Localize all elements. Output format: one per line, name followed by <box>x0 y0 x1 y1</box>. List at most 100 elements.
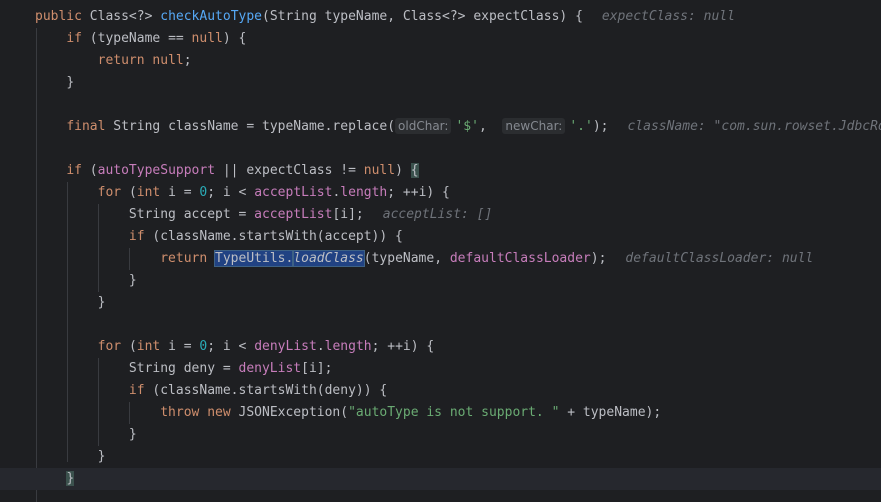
code-token: [i]; <box>301 361 333 376</box>
code-token: final <box>66 119 114 134</box>
code-line[interactable]: for (int i = 0; i < denyList.length; ++i… <box>0 336 881 358</box>
code-token: null <box>191 31 223 46</box>
code-line[interactable]: } <box>0 72 881 94</box>
code-line[interactable]: final String className = typeName.replac… <box>0 116 881 138</box>
code-line[interactable]: if (className.startsWith(accept)) { <box>0 226 881 248</box>
code-token: String deny = <box>128 361 239 376</box>
code-token: ; i < <box>207 339 255 354</box>
code-line[interactable]: if (className.startsWith(deny)) { <box>0 380 881 402</box>
code-token: (className.startsWith(accept)) { <box>152 229 403 244</box>
parameter-hint: oldChar: <box>395 118 452 134</box>
code-line[interactable]: String accept = acceptList[i]; acceptList… <box>0 204 881 226</box>
code-token: ( <box>89 163 98 178</box>
code-line[interactable]: if (typeName == null) { <box>0 28 881 50</box>
code-token: null <box>363 163 396 178</box>
code-token: length <box>340 185 388 200</box>
code-token: return null <box>97 53 184 68</box>
code-line[interactable]: } <box>0 446 881 468</box>
code-line[interactable] <box>0 314 881 336</box>
code-token: ) { <box>222 31 247 46</box>
code-token: || expectClass != <box>215 163 364 178</box>
code-token: + typeName); <box>559 405 662 420</box>
code-token: ; ++i) { <box>387 185 450 200</box>
code-line[interactable]: public Class<?> checkAutoType(String typ… <box>0 6 881 28</box>
code-token: ) <box>395 163 411 178</box>
code-token: } <box>66 75 75 90</box>
code-token: if <box>128 229 153 244</box>
code-editor[interactable]: public Class<?> checkAutoType(String typ… <box>0 0 881 502</box>
code-token: ); <box>592 119 609 134</box>
code-line[interactable]: } <box>0 424 881 446</box>
code-token: . <box>316 339 325 354</box>
code-token: public <box>35 9 90 24</box>
code-line[interactable]: String deny = denyList[i]; <box>0 358 881 380</box>
code-token: "autoType is not support. " <box>348 405 560 420</box>
code-line[interactable]: if (autoTypeSupport || expectClass != nu… <box>0 160 881 182</box>
code-line[interactable]: for (int i = 0; i < acceptList.length; +… <box>0 182 881 204</box>
code-token: } <box>97 449 106 464</box>
code-token: autoTypeSupport <box>97 163 216 178</box>
code-token: } <box>128 273 137 288</box>
code-token: length <box>324 339 372 354</box>
code-token: } <box>97 295 106 310</box>
code-token: checkAutoType <box>160 9 262 24</box>
debug-inline-value: className: "com.sun.rowset.JdbcRowSetImp… <box>627 119 881 134</box>
code-token: int <box>136 339 169 354</box>
code-token: acceptList <box>254 207 333 222</box>
code-token: if <box>66 31 90 46</box>
code-token: ( <box>128 185 137 200</box>
code-line[interactable] <box>0 94 881 116</box>
code-token: } <box>128 427 137 442</box>
code-token: if <box>66 163 90 178</box>
code-token: } <box>66 471 75 486</box>
debug-inline-value: defaultClassLoader: null <box>625 251 814 266</box>
code-token: return <box>160 251 216 266</box>
code-token: denyList <box>238 361 302 376</box>
code-line[interactable] <box>0 138 881 160</box>
code-token: { <box>410 163 419 178</box>
code-token: [i]; <box>332 207 364 222</box>
code-line[interactable]: } <box>0 468 881 490</box>
code-token: ; <box>183 53 192 68</box>
code-line[interactable]: return TypeUtils.loadClass(typeName, def… <box>0 248 881 270</box>
code-token: acceptList <box>254 185 333 200</box>
code-token: (String typeName, Class<?> expectClass) … <box>262 9 583 24</box>
code-token: ; i < <box>207 185 255 200</box>
code-token: TypeUtils. <box>214 250 295 267</box>
code-line[interactable]: return null; <box>0 50 881 72</box>
code-token: if <box>128 383 153 398</box>
code-token: denyList <box>254 339 317 354</box>
code-line[interactable]: throw new JSONException("autoType is not… <box>0 402 881 424</box>
code-token: defaultClassLoader <box>449 251 591 266</box>
code-token: , <box>478 119 503 134</box>
code-token: (typeName == <box>89 31 192 46</box>
code-line[interactable]: } <box>0 270 881 292</box>
code-token: ); <box>590 251 607 266</box>
code-token: '.' <box>569 119 593 134</box>
code-token: i = <box>168 339 200 354</box>
debug-inline-value: acceptList: [] <box>382 207 493 222</box>
code-token: String className = typeName.replace( <box>113 119 396 134</box>
code-token: int <box>136 185 169 200</box>
code-token: String accept = <box>128 207 255 222</box>
code-token: (className.startsWith(deny)) { <box>152 383 388 398</box>
code-token: for <box>97 185 129 200</box>
debug-inline-value: expectClass: null <box>601 9 735 24</box>
code-line[interactable]: } <box>0 292 881 314</box>
code-token: ( <box>128 339 137 354</box>
